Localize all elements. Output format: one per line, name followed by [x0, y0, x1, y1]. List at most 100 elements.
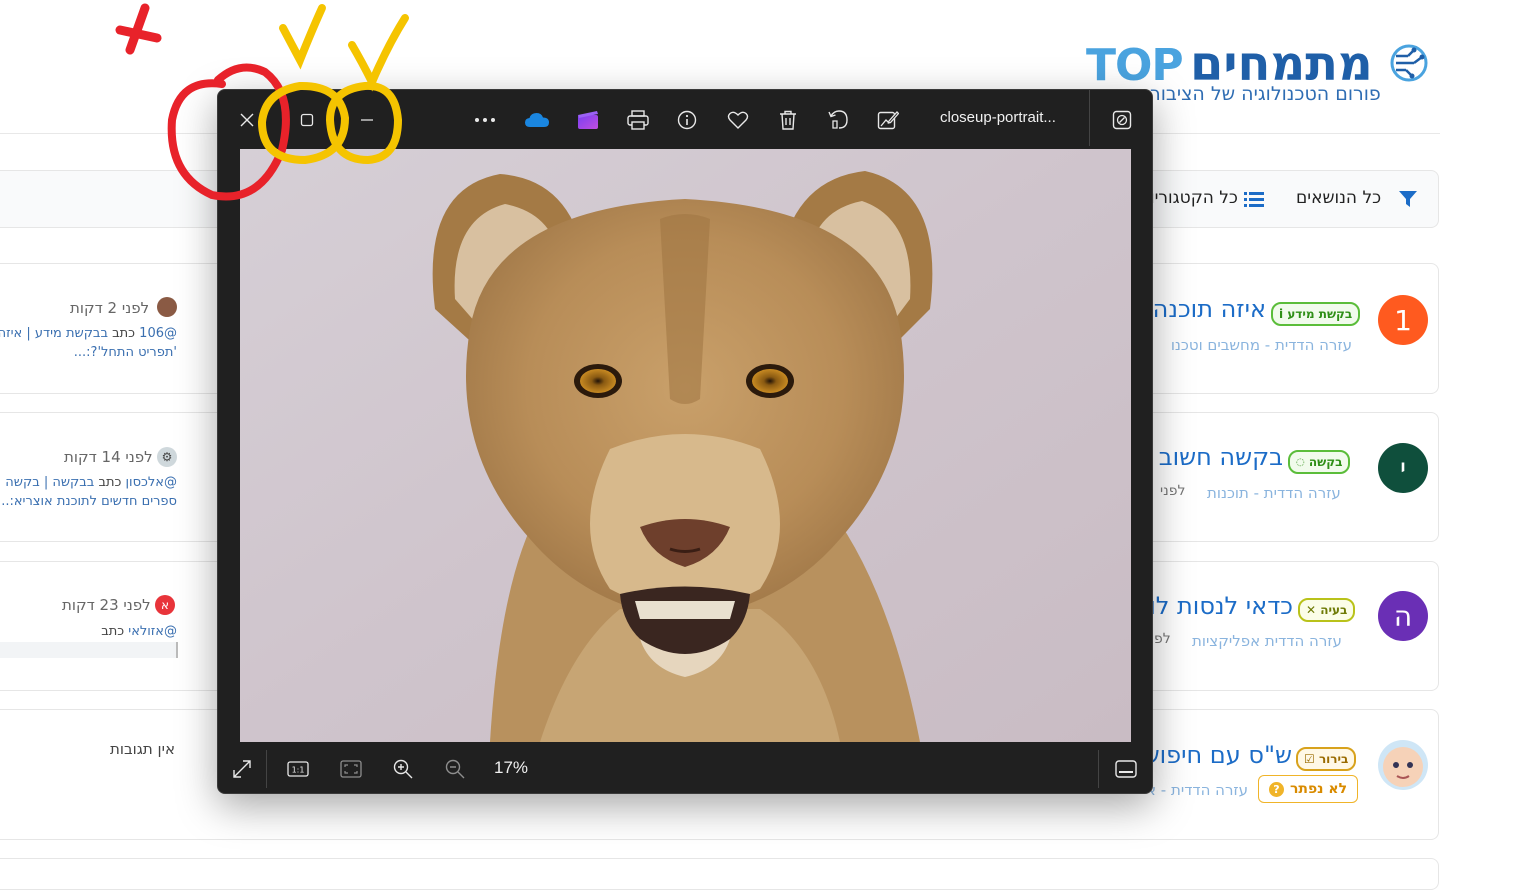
excerpt-text: בבקשת מידע | איזה	[0, 326, 108, 341]
minimize-button[interactable]	[354, 107, 380, 133]
topic-title[interactable]: בקשה חשוב	[1150, 443, 1283, 471]
close-button[interactable]	[234, 107, 260, 133]
badge-label: בקשה	[1308, 455, 1343, 469]
fit-to-window-button[interactable]	[339, 757, 363, 781]
rotate-button[interactable]	[825, 107, 851, 133]
topic-title[interactable]: איזה תוכנה	[1150, 295, 1266, 323]
lioness-photo[interactable]	[240, 149, 1131, 742]
fullscreen-icon	[233, 760, 251, 778]
topic-time: לפ	[1154, 631, 1171, 647]
all-categories-filter[interactable]: כל הקטגוריו	[1150, 188, 1238, 208]
user-avatar[interactable]	[157, 297, 177, 317]
quote-block	[0, 642, 178, 658]
maximize-button[interactable]	[294, 107, 320, 133]
onedrive-button[interactable]	[524, 107, 550, 133]
username[interactable]: @106	[139, 326, 177, 341]
last-post-excerpt[interactable]: @אזולאי כתב	[101, 622, 177, 641]
topic-card[interactable]	[0, 858, 1439, 890]
wrote-label: כתב	[107, 326, 140, 341]
close-icon	[240, 113, 254, 127]
badge-label: בעיה	[1320, 603, 1348, 617]
chat-icon: ◌	[1296, 456, 1305, 468]
question-icon: ?	[1268, 781, 1284, 797]
excerpt-text: בבקשה | בקשה ח	[0, 475, 95, 490]
status-badge: בירור ☑	[1296, 747, 1357, 771]
more-options-button[interactable]	[472, 107, 498, 133]
logo-tagline: פורום הטכנולוגיה של הציבור	[1150, 83, 1381, 105]
wrote-label: כתב	[94, 475, 126, 490]
filter-icon	[1399, 191, 1417, 207]
maximize-icon	[300, 113, 314, 127]
minimize-icon	[361, 119, 373, 121]
last-post-excerpt-line2[interactable]: ספרים חדשים לתוכנת אוצריא:...	[0, 492, 177, 511]
unsolved-label: לא נפתר	[1289, 781, 1348, 797]
zoom-level[interactable]: 17%	[494, 758, 528, 778]
baby-face-icon	[1383, 747, 1423, 787]
delete-button[interactable]	[775, 107, 801, 133]
zoom-in-button[interactable]	[391, 757, 415, 781]
fullscreen-button[interactable]	[230, 757, 254, 781]
delete-icon	[780, 110, 796, 130]
status-badge: בעיה ✕	[1298, 598, 1356, 622]
file-info-button[interactable]	[674, 107, 700, 133]
onedrive-icon	[525, 113, 549, 127]
photos-viewer-window: closeup-portrait... 1:1 17%	[217, 89, 1153, 794]
last-post-time[interactable]: לפני 14 דקות	[64, 448, 153, 466]
edit-image-button[interactable]	[875, 107, 901, 133]
topic-category[interactable]: עזרה הדדית - תוכנות	[1207, 484, 1341, 502]
user-avatar[interactable]: א	[155, 595, 175, 615]
zoom-out-button[interactable]	[443, 757, 467, 781]
topic-avatar[interactable]: ה	[1378, 591, 1428, 641]
filmstrip-button[interactable]	[1114, 757, 1138, 781]
status-badge: בקשה ◌	[1288, 450, 1351, 474]
last-post-excerpt[interactable]: @106 כתב בבקשת מידע | איזה	[0, 324, 177, 343]
topic-category[interactable]: עזרה הדדית - אפליקציות	[1151, 781, 1248, 799]
last-post-time[interactable]: לפני 23 דקות	[62, 596, 151, 614]
checkbox-icon: ☑	[1304, 752, 1315, 766]
baby-avatar[interactable]	[1378, 740, 1428, 790]
favorite-button[interactable]	[725, 107, 751, 133]
edit-image-icon	[877, 111, 899, 130]
topic-avatar[interactable]: י	[1378, 443, 1428, 493]
info-icon	[677, 110, 697, 130]
username[interactable]: @אזולאי	[128, 624, 177, 639]
topic-category[interactable]: עזרה הדדית - מחשבים וטכנו	[1152, 336, 1352, 354]
info-icon: i	[1279, 307, 1284, 321]
actual-size-button[interactable]: 1:1	[286, 757, 310, 781]
rotate-icon	[828, 110, 848, 129]
file-name: closeup-portrait...	[940, 109, 1056, 126]
toolbar-divider	[1089, 90, 1090, 146]
topic-title[interactable]: כדאי לנסות לו	[1150, 592, 1293, 620]
status-badge: בקשת מידע i	[1271, 302, 1361, 326]
fit-icon	[340, 760, 362, 778]
svg-text:1:1: 1:1	[292, 766, 305, 775]
user-avatar[interactable]: ⚙	[157, 447, 177, 467]
wrote-label: כתב	[101, 624, 129, 639]
list-icon	[1244, 192, 1264, 207]
favorite-icon	[727, 111, 749, 129]
print-button[interactable]	[625, 107, 651, 133]
logo-circuit-icon	[1390, 44, 1428, 82]
zoom-in-icon	[393, 759, 413, 779]
more-icon	[475, 118, 495, 122]
topic-time: לפני	[1160, 483, 1186, 499]
slideshow-icon	[1112, 110, 1132, 130]
actual-size-icon: 1:1	[287, 761, 309, 777]
topic-category[interactable]: עזרה הדדית אפליקציות	[1192, 632, 1342, 650]
topic-avatar[interactable]: 1	[1378, 295, 1428, 345]
last-post-excerpt-line2[interactable]: 'תפריט התחל'?:...	[74, 343, 177, 362]
filmstrip-icon	[1115, 760, 1137, 778]
last-post-time[interactable]: לפני 2 דקות	[70, 299, 149, 317]
slideshow-button[interactable]	[1109, 107, 1135, 133]
last-post-excerpt[interactable]: @אלכסון כתב בבקשה | בקשה ח	[0, 473, 177, 492]
all-topics-filter[interactable]: כל הנושאים	[1296, 188, 1381, 208]
username[interactable]: @אלכסון	[126, 475, 177, 490]
yellow-check-mark	[279, 4, 326, 70]
unsolved-badge: לא נפתר ?	[1258, 775, 1358, 803]
clipchamp-icon	[578, 111, 598, 129]
yellow-check-mark	[348, 14, 409, 92]
zoom-out-icon	[445, 759, 465, 779]
topic-title[interactable]: ש"ס עם חיפוש	[1150, 741, 1292, 769]
clipchamp-button[interactable]	[575, 107, 601, 133]
lioness-image	[240, 149, 1131, 742]
